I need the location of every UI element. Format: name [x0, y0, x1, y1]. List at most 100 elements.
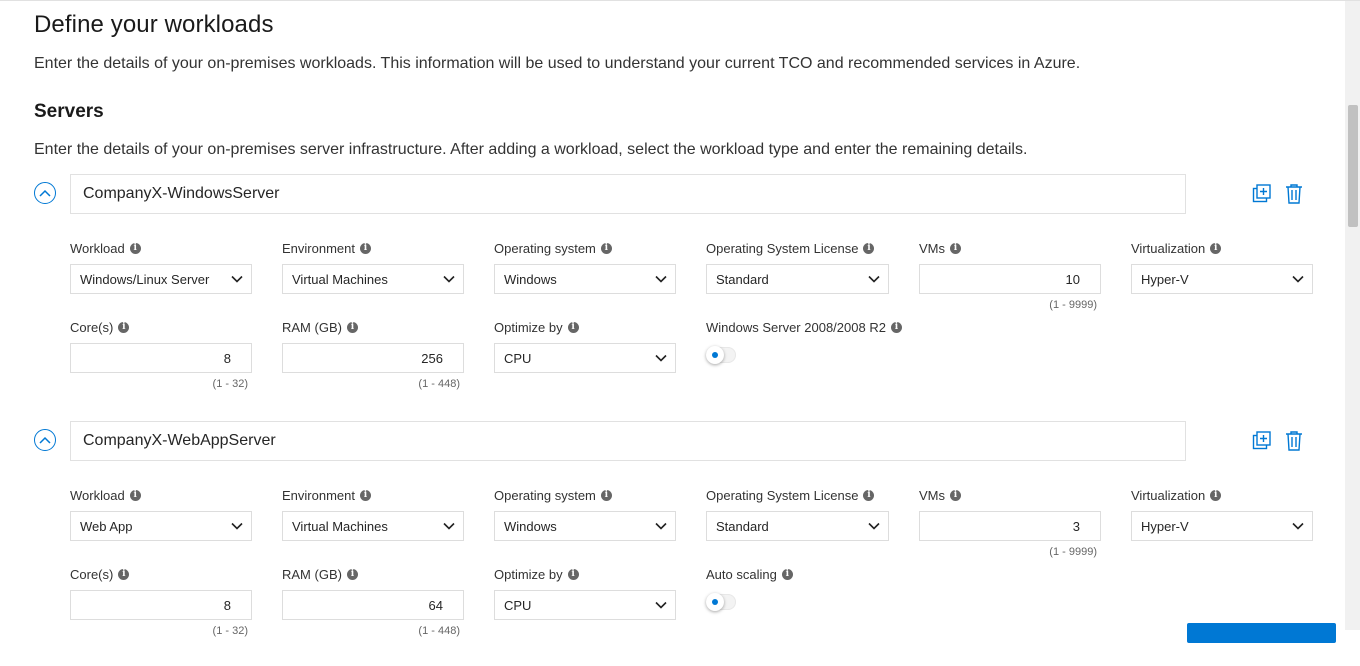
workload-name-input[interactable] — [70, 421, 1186, 461]
os-license-select[interactable]: Standard — [706, 511, 889, 541]
os-license-label: Operating System License — [706, 240, 859, 256]
chevron-down-icon — [868, 522, 880, 530]
toggle-label: Windows Server 2008/2008 R2 — [706, 319, 886, 335]
copy-icon[interactable] — [1252, 183, 1272, 205]
toggle-label: Auto scaling — [706, 566, 777, 582]
info-icon[interactable]: i — [567, 568, 579, 580]
vms-range: (1 - 9999) — [1049, 546, 1097, 558]
vms-input[interactable]: 10 — [919, 264, 1101, 294]
chevron-down-icon — [655, 354, 667, 362]
cores-input[interactable]: 8 — [70, 590, 252, 620]
cores-input[interactable]: 8 — [70, 343, 252, 373]
chevron-down-icon — [868, 275, 880, 283]
toggle-switch[interactable] — [706, 346, 736, 364]
optimize-field: Optimize by i CPU — [494, 319, 676, 373]
info-icon[interactable]: i — [118, 568, 130, 580]
ram-range: (1 - 448) — [418, 625, 460, 637]
environment-label: Environment — [282, 487, 355, 503]
workload-card: Workload i Web App Environment i Virtual M… — [0, 421, 1345, 666]
info-icon[interactable]: i — [950, 489, 961, 501]
ram-label: RAM (GB) — [282, 319, 342, 335]
info-icon[interactable]: i — [1210, 242, 1222, 254]
virtualization-select[interactable]: Hyper-V — [1131, 511, 1313, 541]
workload-field: Workload i Windows/Linux Server — [70, 240, 252, 294]
os-select[interactable]: Windows — [494, 511, 676, 541]
toggle-field: Auto scaling i — [706, 566, 926, 611]
virtualization-select[interactable]: Hyper-V — [1131, 264, 1313, 294]
chevron-down-icon — [655, 522, 667, 530]
workload-select[interactable]: Windows/Linux Server — [70, 264, 252, 294]
os-field: Operating system i Windows — [494, 240, 676, 294]
info-icon[interactable]: i — [346, 568, 358, 580]
environment-field: Environment i Virtual Machines — [282, 487, 464, 541]
chevron-down-icon — [655, 275, 667, 283]
info-icon[interactable]: i — [346, 321, 358, 333]
workload-label: Workload — [70, 487, 125, 503]
cores-label: Core(s) — [70, 319, 114, 335]
virtualization-label: Virtualization — [1131, 487, 1206, 503]
toggle-field: Windows Server 2008/2008 R2 i — [706, 319, 926, 364]
virtualization-label: Virtualization — [1131, 240, 1206, 256]
collapse-button[interactable] — [34, 182, 56, 204]
environment-select[interactable]: Virtual Machines — [282, 264, 464, 294]
chevron-up-icon — [39, 189, 51, 197]
scrollbar-thumb[interactable] — [1348, 105, 1358, 227]
workload-select[interactable]: Web App — [70, 511, 252, 541]
info-icon[interactable]: i — [600, 489, 612, 501]
servers-description: Enter the details of your on-premises se… — [34, 141, 1028, 158]
vms-field: VMs i 10 (1 - 9999) — [919, 240, 1101, 311]
collapse-button[interactable] — [34, 429, 56, 451]
os-field: Operating system i Windows — [494, 487, 676, 541]
os-label: Operating system — [494, 487, 596, 503]
ram-field: RAM (GB) i 256 (1 - 448) — [282, 319, 464, 390]
os-license-field: Operating System License i Standard — [706, 240, 889, 294]
virtualization-field: Virtualization i Hyper-V — [1131, 240, 1313, 294]
chevron-down-icon — [231, 522, 243, 530]
info-icon[interactable]: i — [1210, 489, 1222, 501]
chevron-down-icon — [1292, 275, 1304, 283]
os-select[interactable]: Windows — [494, 264, 676, 294]
info-icon[interactable]: i — [129, 242, 141, 254]
page-title: Define your workloads — [34, 11, 274, 38]
scrollbar[interactable] — [1345, 1, 1360, 630]
info-icon[interactable]: i — [863, 489, 875, 501]
environment-select[interactable]: Virtual Machines — [282, 511, 464, 541]
action-button[interactable] — [1187, 623, 1336, 643]
info-icon[interactable]: i — [118, 321, 130, 333]
info-icon[interactable]: i — [781, 568, 793, 580]
optimize-select[interactable]: CPU — [494, 590, 676, 620]
chevron-down-icon — [231, 275, 243, 283]
info-icon[interactable]: i — [359, 242, 371, 254]
ram-range: (1 - 448) — [418, 378, 460, 390]
environment-field: Environment i Virtual Machines — [282, 240, 464, 294]
vms-input[interactable]: 3 — [919, 511, 1101, 541]
ram-input[interactable]: 64 — [282, 590, 464, 620]
copy-icon[interactable] — [1252, 430, 1272, 452]
trash-icon[interactable] — [1284, 183, 1304, 205]
workload-label: Workload — [70, 240, 125, 256]
workload-card: Workload i Windows/Linux Server Environme… — [0, 174, 1345, 419]
page: Define your workloads Enter the details … — [0, 1, 1345, 643]
ram-input[interactable]: 256 — [282, 343, 464, 373]
environment-label: Environment — [282, 240, 355, 256]
info-icon[interactable]: i — [890, 321, 902, 333]
virtualization-field: Virtualization i Hyper-V — [1131, 487, 1313, 541]
trash-icon[interactable] — [1284, 430, 1304, 452]
os-license-label: Operating System License — [706, 487, 859, 503]
servers-title: Servers — [34, 101, 104, 122]
chevron-down-icon — [655, 601, 667, 609]
info-icon[interactable]: i — [359, 489, 371, 501]
workload-name-input[interactable] — [70, 174, 1186, 214]
toggle-switch[interactable] — [706, 593, 736, 611]
optimize-label: Optimize by — [494, 566, 563, 582]
os-label: Operating system — [494, 240, 596, 256]
info-icon[interactable]: i — [600, 242, 612, 254]
chevron-up-icon — [39, 436, 51, 444]
os-license-select[interactable]: Standard — [706, 264, 889, 294]
cores-label: Core(s) — [70, 566, 114, 582]
info-icon[interactable]: i — [950, 242, 961, 254]
optimize-select[interactable]: CPU — [494, 343, 676, 373]
info-icon[interactable]: i — [567, 321, 579, 333]
info-icon[interactable]: i — [863, 242, 875, 254]
info-icon[interactable]: i — [129, 489, 141, 501]
